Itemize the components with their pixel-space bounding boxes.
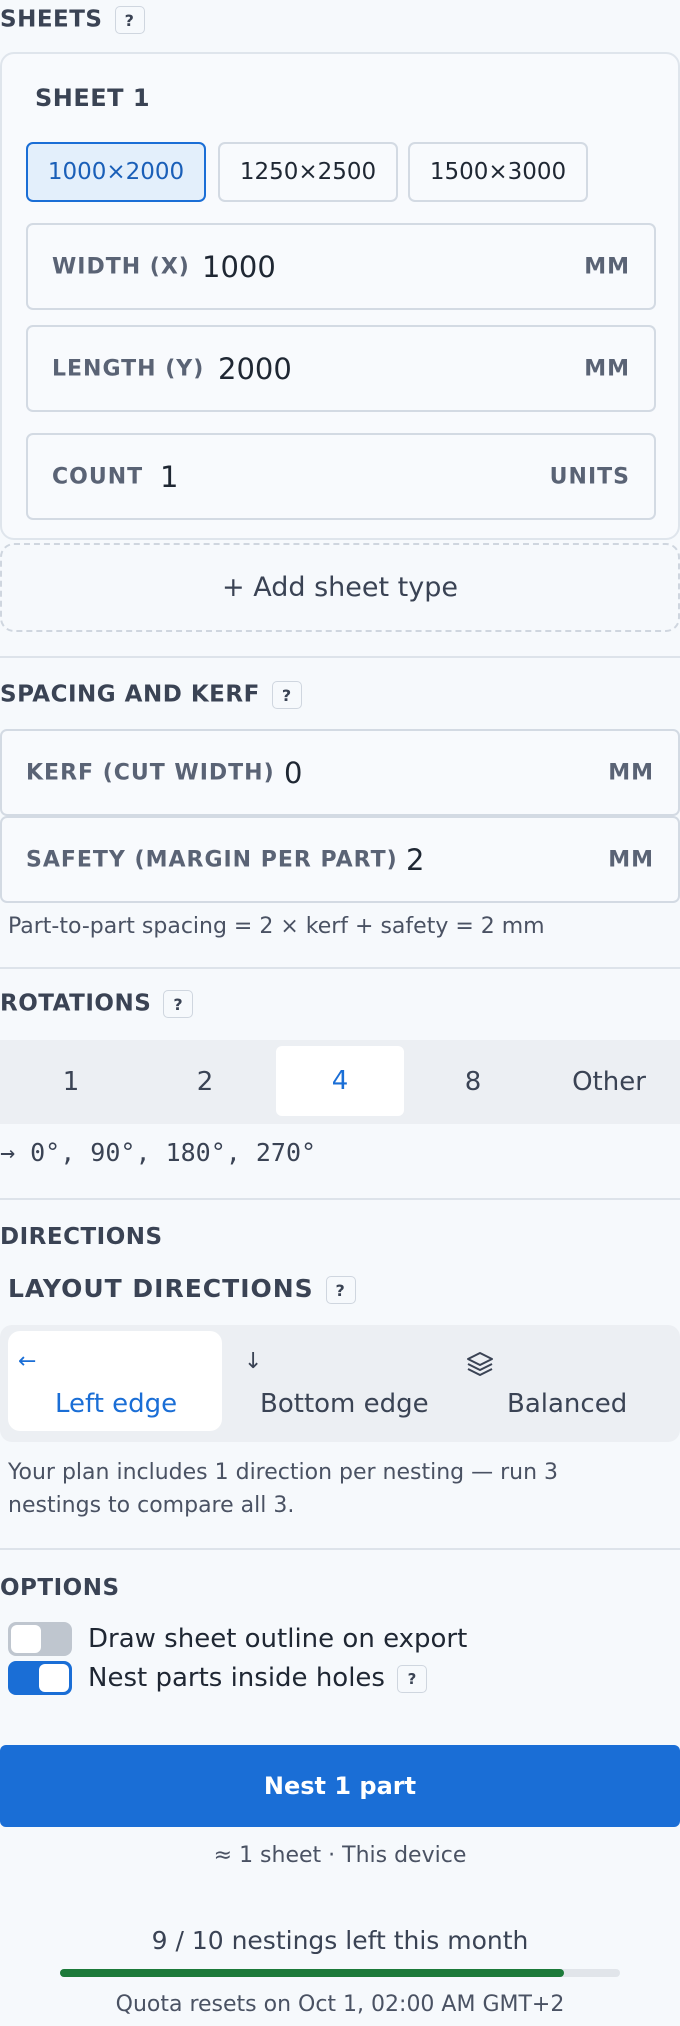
quota-remaining: 9 / 10 nestings left this month [151, 1926, 529, 1955]
kerf-input[interactable]: 0 [284, 756, 302, 790]
holes-toggle[interactable] [8, 1661, 72, 1695]
spacing-title-text: SPACING AND KERF [0, 681, 260, 708]
spacing-section-title: SPACING AND KERF? [0, 681, 302, 709]
direction-bottom-edge[interactable]: ↓ Bottom edge [236, 1331, 446, 1431]
direction-balanced-label: Balanced [507, 1389, 628, 1419]
directions-help-button[interactable]: ? [325, 1276, 356, 1304]
sheet-name: SHEET 1 [35, 84, 151, 112]
count-field[interactable]: COUNT 1 UNITS [26, 433, 656, 520]
preset-1000x2000[interactable]: 1000×2000 [26, 142, 206, 202]
holes-toggle-knob [39, 1664, 69, 1692]
outline-toggle-label: Draw sheet outline on export [88, 1624, 468, 1654]
add-sheet-type-button[interactable]: + Add sheet type [0, 543, 680, 632]
count-label: COUNT [52, 464, 144, 489]
count-input[interactable]: 1 [160, 460, 178, 494]
count-unit: UNITS [549, 464, 630, 489]
directions-note: Your plan includes 1 direction per nesti… [8, 1460, 559, 1518]
direction-left-edge-label: Left edge [55, 1389, 178, 1419]
arrow-down-icon: ↓ [244, 1349, 263, 1374]
safety-label: SAFETY (MARGIN PER PART) [26, 847, 398, 872]
options-section-title: OPTIONS [0, 1575, 120, 1601]
divider [0, 967, 680, 969]
rotation-option-other[interactable]: Other [542, 1040, 676, 1124]
rotation-angles: → 0°, 90°, 180°, 270° [0, 1138, 317, 1167]
preset-1250x2500[interactable]: 1250×2500 [218, 142, 398, 202]
divider [0, 656, 680, 658]
layout-directions-title: LAYOUT DIRECTIONS? [8, 1274, 356, 1304]
safety-input[interactable]: 2 [406, 843, 424, 877]
rotations-segmented-control: 1 2 4 8 Other [0, 1040, 680, 1124]
outline-toggle-knob [11, 1625, 41, 1653]
divider [0, 1198, 680, 1200]
holes-toggle-label: Nest parts inside holes [88, 1663, 385, 1693]
rotation-option-8[interactable]: 8 [404, 1040, 542, 1124]
rotations-title-text: ROTATIONS [0, 990, 152, 1017]
nest-estimate: ≈ 1 sheet · This device [213, 1843, 467, 1868]
preset-1500x3000[interactable]: 1500×3000 [408, 142, 588, 202]
length-unit: MM [584, 356, 630, 381]
rotation-option-4[interactable]: 4 [276, 1046, 404, 1116]
width-unit: MM [584, 254, 630, 279]
holes-help-button[interactable]: ? [396, 1664, 427, 1693]
width-input[interactable]: 1000 [202, 250, 276, 284]
spacing-help-button[interactable]: ? [271, 681, 302, 709]
rotations-section-title: ROTATIONS? [0, 990, 194, 1018]
layers-icon [466, 1351, 494, 1383]
layout-directions-text: LAYOUT DIRECTIONS [8, 1274, 314, 1303]
quota-progress-bar [60, 1969, 620, 1977]
sheets-help-button[interactable]: ? [114, 6, 145, 34]
width-field[interactable]: WIDTH (X) 1000 MM [26, 223, 656, 310]
kerf-field[interactable]: KERF (CUT WIDTH) 0 MM [0, 729, 680, 816]
directions-section-title: DIRECTIONS [0, 1224, 163, 1250]
length-label: LENGTH (Y) [52, 356, 205, 381]
spacing-formula: Part-to-part spacing = 2 × kerf + safety… [8, 914, 545, 939]
directions-segmented-control: ← Left edge ↓ Bottom edge Balanced [0, 1325, 680, 1442]
safety-unit: MM [608, 847, 654, 872]
rotations-help-button[interactable]: ? [163, 990, 194, 1018]
sheets-section-title: SHEETS? [0, 6, 145, 34]
length-input[interactable]: 2000 [218, 352, 292, 386]
divider [0, 1548, 680, 1550]
width-label: WIDTH (X) [52, 254, 190, 279]
length-field[interactable]: LENGTH (Y) 2000 MM [26, 325, 656, 412]
sheet-card: SHEET 1 1000×2000 1250×2500 1500×3000 WI… [0, 52, 680, 540]
arrow-left-icon: ← [18, 1349, 37, 1374]
rotation-option-2[interactable]: 2 [142, 1040, 268, 1124]
sheets-title-text: SHEETS [0, 6, 103, 33]
direction-bottom-edge-label: Bottom edge [260, 1389, 429, 1419]
holes-toggle-row: Nest parts inside holes? [88, 1663, 427, 1693]
safety-field[interactable]: SAFETY (MARGIN PER PART) 2 MM [0, 816, 680, 903]
nest-button[interactable]: Nest 1 part [0, 1745, 680, 1827]
direction-left-edge[interactable]: ← Left edge [8, 1331, 222, 1431]
quota-reset-text: Quota resets on Oct 1, 02:00 AM GMT+2 [115, 1992, 565, 2017]
kerf-unit: MM [608, 760, 654, 785]
quota-progress-fill [60, 1969, 564, 1977]
rotation-option-1[interactable]: 1 [0, 1040, 142, 1124]
direction-balanced[interactable]: Balanced [458, 1331, 672, 1431]
outline-toggle[interactable] [8, 1622, 72, 1656]
kerf-label: KERF (CUT WIDTH) [26, 760, 275, 785]
